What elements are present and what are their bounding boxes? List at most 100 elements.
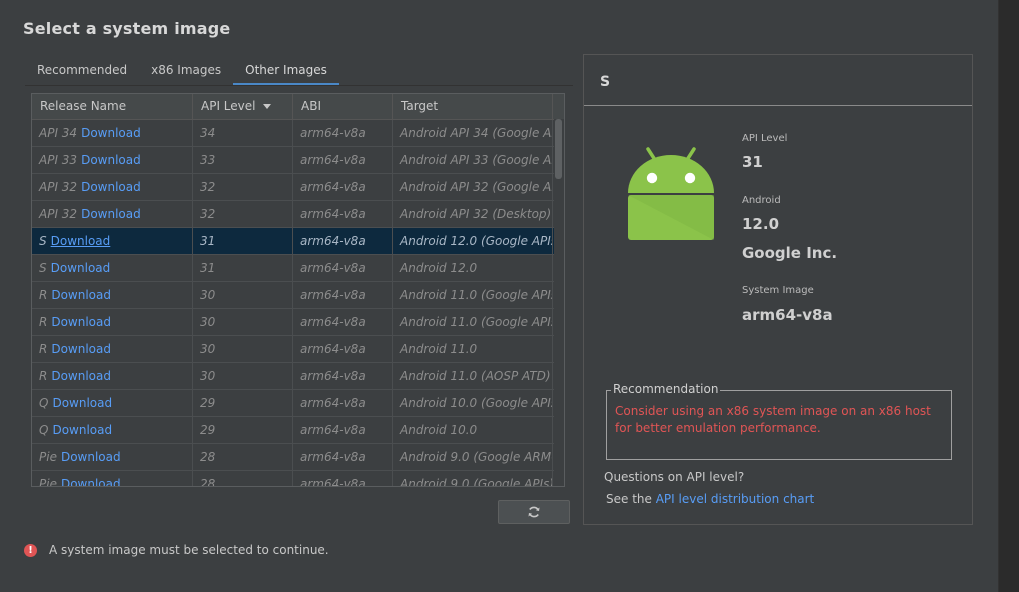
target-cell: Android API 34 (Google APIs) xyxy=(393,120,553,146)
system-image-value: arm64-v8a xyxy=(742,306,833,324)
download-link[interactable]: Download xyxy=(51,234,111,248)
abi-cell: arm64-v8a xyxy=(293,471,393,486)
column-header-abi[interactable]: ABI xyxy=(293,94,393,119)
download-link[interactable]: Download xyxy=(61,477,121,486)
table-row[interactable]: API 32 Download 32 arm64-v8a Android API 32 … xyxy=(32,201,564,228)
table-row[interactable]: Pie Download 28 arm64-v8a Android 9.0 (Googl… xyxy=(32,471,564,487)
release-name-cell: R Download xyxy=(32,309,193,335)
release-name: R xyxy=(39,342,48,356)
table-row[interactable]: S Download 31 arm64-v8a Android 12.0 xyxy=(32,255,564,282)
release-name-cell: API 34 Download xyxy=(32,120,193,146)
abi-cell: arm64-v8a xyxy=(293,147,393,173)
release-name-cell: Pie Download xyxy=(32,471,193,487)
api-level-cell: 30 xyxy=(193,363,293,389)
download-link[interactable]: Download xyxy=(51,342,111,356)
table-row[interactable]: R Download 30 arm64-v8a Android 11.0 (Google… xyxy=(32,282,564,309)
release-name: Q xyxy=(39,423,49,437)
target-cell: Android API 32 (Desktop) xyxy=(393,201,553,227)
api-level-cell: 28 xyxy=(193,471,293,486)
column-label: Target xyxy=(401,99,439,113)
download-link[interactable]: Download xyxy=(51,369,111,383)
window-edge xyxy=(998,0,1019,592)
download-link[interactable]: Download xyxy=(51,288,111,302)
api-level-cell: 33 xyxy=(193,147,293,173)
release-name-cell: Pie Download xyxy=(32,444,193,470)
download-link[interactable]: Download xyxy=(81,207,141,221)
target-cell: Android 12.0 xyxy=(393,255,553,281)
table-row[interactable]: R Download 30 arm64-v8a Android 11.0 (Google… xyxy=(32,309,564,336)
table-row[interactable]: API 34 Download 34 arm64-v8a Android API 34 … xyxy=(32,120,564,147)
abi-cell: arm64-v8a xyxy=(293,363,393,389)
api-level-label: API Level xyxy=(742,133,788,144)
table-row[interactable]: Q Download 29 arm64-v8a Android 10.0 (Google… xyxy=(32,390,564,417)
download-link[interactable]: Download xyxy=(61,450,121,464)
column-label: API Level xyxy=(201,99,256,113)
download-link[interactable]: Download xyxy=(81,153,141,167)
release-name-cell: Q Download xyxy=(32,390,193,416)
api-level-cell: 30 xyxy=(193,336,293,362)
release-name: API 33 xyxy=(39,153,78,167)
dialog-title: Select a system image xyxy=(23,19,231,38)
download-link[interactable]: Download xyxy=(81,180,141,194)
release-name-cell: R Download xyxy=(32,336,193,362)
column-header-release-name[interactable]: Release Name xyxy=(32,94,193,119)
api-level-cell: 31 xyxy=(193,255,293,281)
release-name: R xyxy=(39,369,48,383)
table-row[interactable]: Pie Download 28 arm64-v8a Android 9.0 (Googl… xyxy=(32,444,564,471)
column-header-target[interactable]: Target xyxy=(393,94,553,119)
release-name-cell: API 33 Download xyxy=(32,147,193,173)
release-name: Q xyxy=(39,396,49,410)
api-level-cell: 32 xyxy=(193,174,293,200)
api-level-cell: 29 xyxy=(193,390,293,416)
sort-descending-icon xyxy=(263,104,272,109)
release-name-cell: S Download xyxy=(32,255,193,281)
column-label: Release Name xyxy=(40,99,127,113)
table-row[interactable]: S Download 31 arm64-v8a Android 12.0 (Google… xyxy=(32,228,564,255)
api-level-cell: 34 xyxy=(193,120,293,146)
release-name-cell: API 32 Download xyxy=(32,174,193,200)
download-link[interactable]: Download xyxy=(81,126,141,140)
release-name-cell: S Download xyxy=(32,228,193,254)
table-row[interactable]: API 32 Download 32 arm64-v8a Android API 32 … xyxy=(32,174,564,201)
abi-cell: arm64-v8a xyxy=(293,120,393,146)
api-level-cell: 32 xyxy=(193,201,293,227)
target-cell: Android 10.0 (Google APIs) xyxy=(393,390,553,416)
refresh-button[interactable] xyxy=(498,500,570,524)
download-link[interactable]: Download xyxy=(51,315,111,329)
table-row[interactable]: R Download 30 arm64-v8a Android 11.0 (AOSP A… xyxy=(32,363,564,390)
release-name: R xyxy=(39,288,48,302)
abi-cell: arm64-v8a xyxy=(293,390,393,416)
target-cell: Android 11.0 (Google APIs A xyxy=(393,282,553,308)
scroll-thumb[interactable] xyxy=(555,119,562,179)
download-link[interactable]: Download xyxy=(52,423,112,437)
table-row[interactable]: Q Download 29 arm64-v8a Android 10.0 xyxy=(32,417,564,444)
release-name: R xyxy=(39,315,48,329)
release-name: Pie xyxy=(39,477,57,487)
android-version-value: 12.0 xyxy=(742,215,780,233)
table-scrollbar[interactable] xyxy=(554,119,564,486)
release-name: API 32 xyxy=(39,207,78,221)
target-cell: Android 9.0 (Google ARM64 xyxy=(393,444,553,470)
tab-recommended[interactable]: Recommended xyxy=(25,58,139,86)
recommendation-title: Recommendation xyxy=(611,382,721,396)
tab-other-images[interactable]: Other Images xyxy=(233,58,339,86)
android-label: Android xyxy=(742,195,781,206)
api-level-cell: 28 xyxy=(193,444,293,470)
tab-x86-images[interactable]: x86 Images xyxy=(139,58,233,86)
android-logo-icon xyxy=(628,147,714,240)
release-name: S xyxy=(39,234,47,248)
api-level-distribution-link[interactable]: API level distribution chart xyxy=(656,492,815,506)
validation-error: ! A system image must be selected to con… xyxy=(24,543,329,557)
abi-cell: arm64-v8a xyxy=(293,174,393,200)
details-header xyxy=(584,55,972,106)
see-api-chart-line: See the API level distribution chart xyxy=(606,492,814,506)
column-label: ABI xyxy=(301,99,321,113)
download-link[interactable]: Download xyxy=(51,261,111,275)
abi-cell: arm64-v8a xyxy=(293,201,393,227)
target-cell: Android API 32 (Google APIs) xyxy=(393,174,553,200)
table-row[interactable]: API 33 Download 33 arm64-v8a Android API 33 … xyxy=(32,147,564,174)
column-header-api-level[interactable]: API Level xyxy=(193,94,293,119)
download-link[interactable]: Download xyxy=(52,396,112,410)
image-tabs: Recommended x86 Images Other Images xyxy=(25,58,339,86)
table-row[interactable]: R Download 30 arm64-v8a Android 11.0 xyxy=(32,336,564,363)
